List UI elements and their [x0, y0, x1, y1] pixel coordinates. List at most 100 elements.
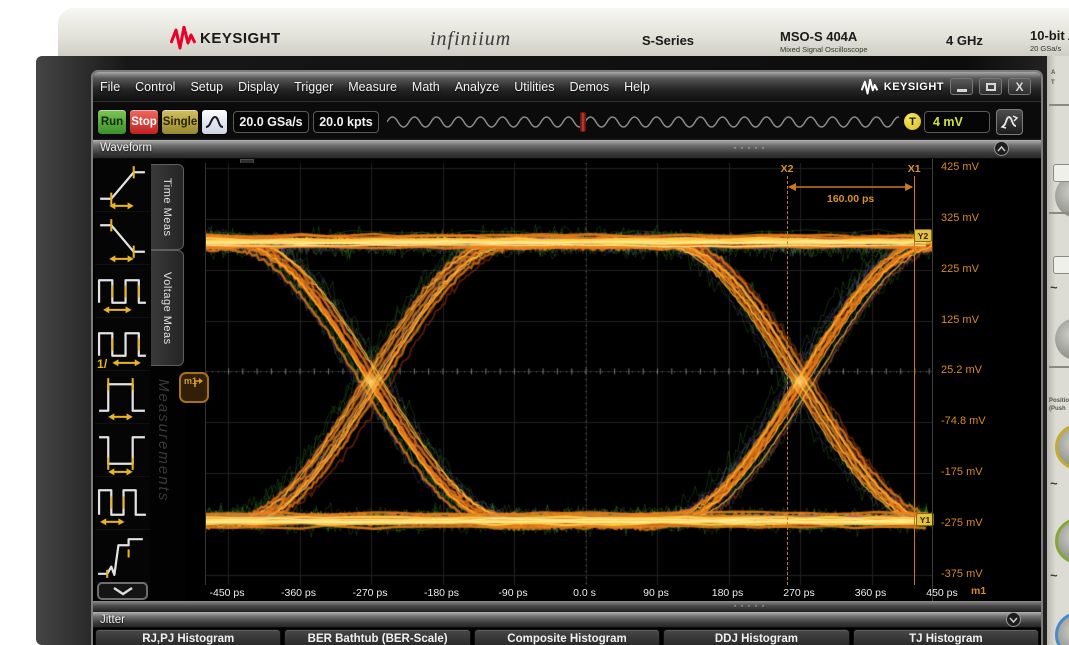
menu-items: File Control Setup Display Trigger Measure Mat… [93, 80, 650, 94]
waveform-panel-title: Waveform [100, 142, 152, 154]
jitter-tab-1[interactable]: RJ,PJ Histogram [95, 629, 281, 645]
brand-bandwidth: 4 GHz [946, 33, 983, 48]
menu-item-demos[interactable]: Demos [569, 80, 609, 94]
screenshot-root: KEYSIGHT infiniium S-Series MSO-S 404A M… [0, 0, 1069, 645]
menu-item-analyze[interactable]: Analyze [455, 80, 499, 94]
sine-glyph-icon: ~ [1050, 568, 1058, 583]
period-meas-icon[interactable] [95, 265, 150, 318]
menu-item-display[interactable]: Display [238, 80, 279, 94]
marker-y2-badge[interactable]: Y2 [914, 229, 932, 242]
sine-glyph-icon: ~ [1050, 280, 1058, 295]
x-tick-label: -360 ps [267, 587, 331, 599]
waveform-main-area: 1/ Time Meas Voltage Meas Measurements X… [93, 159, 1041, 601]
cursor-x2-label: X2 [772, 163, 802, 175]
brand-keysight: KEYSIGHT [200, 30, 281, 47]
minimize-button[interactable] [950, 78, 973, 95]
front-panel-knob-ch2[interactable] [1055, 518, 1069, 564]
edge-waveform-meas-icon[interactable] [95, 530, 150, 583]
x-tick-label: -90 ps [481, 587, 545, 599]
tab-time-meas[interactable]: Time Meas [151, 164, 184, 250]
memory-depth-box[interactable]: 20.0 kpts [313, 111, 379, 133]
jitter-tab-4[interactable]: DDJ Histogram [663, 629, 849, 645]
menu-item-control[interactable]: Control [135, 80, 175, 94]
menu-item-trigger[interactable]: Trigger [294, 80, 333, 94]
drag-handle-dots[interactable]: ····· [733, 140, 768, 154]
menu-item-setup[interactable]: Setup [190, 80, 223, 94]
front-panel-button[interactable] [1053, 164, 1069, 182]
x-axis-labels: m1 -450 ps-360 ps-270 ps-180 ps-90 ps0.0… [93, 585, 1041, 601]
sine-glyph-icon: ~ [1050, 476, 1058, 491]
toolbar: Run Stop Single 20.0 GSa/s 20.0 kpts T 4… [93, 101, 1041, 140]
front-panel-knob-ch3[interactable] [1055, 612, 1069, 645]
tab-voltage-meas[interactable]: Voltage Meas [151, 250, 184, 366]
cursor-delta-arrow-icon [787, 181, 914, 193]
trigger-badge[interactable]: T [904, 113, 921, 130]
acquisition-window-marker[interactable] [580, 112, 586, 132]
front-panel-knob[interactable] [1055, 318, 1069, 360]
jitter-panel-header: Jitter [93, 612, 1041, 628]
single-button[interactable]: Single [161, 109, 199, 135]
x-tick-label: -180 ps [410, 587, 474, 599]
x-tick-label: 270 ps [767, 587, 831, 599]
y-tick-label: -74.8 mV [941, 415, 1039, 427]
y-tick-label: 25.2 mV [941, 364, 1039, 376]
cursor-x1-label: X1 [899, 163, 929, 175]
chevron-up-icon [997, 146, 1006, 152]
autoscale-button[interactable] [996, 109, 1023, 135]
jitter-tab-2[interactable]: BER Bathtub (BER-Scale) [284, 629, 470, 645]
x-tick-label: 360 ps [839, 587, 903, 599]
menu-item-math[interactable]: Math [412, 80, 440, 94]
x-tick-label: 90 ps [624, 587, 688, 599]
marker-m1-badge[interactable]: m1 [179, 372, 209, 403]
front-panel-label: (Push [1049, 406, 1066, 412]
measurement-icon-list: 1/ [95, 159, 150, 583]
measurements-watermark: Measurements [155, 379, 172, 502]
titlebar-logo: KEYSIGHT [884, 81, 944, 93]
positive-width-meas-icon[interactable] [95, 371, 150, 424]
jitter-tab-3[interactable]: Composite Histogram [474, 629, 660, 645]
menu-item-measure[interactable]: Measure [348, 80, 397, 94]
fall-time-meas-icon[interactable] [95, 212, 150, 265]
jitter-tab-5[interactable]: TJ Histogram [853, 629, 1039, 645]
keysight-logo-small-icon [861, 79, 878, 95]
keysight-logo-icon [170, 26, 196, 50]
menu-item-file[interactable]: File [100, 80, 120, 94]
horizontal-scale-strip[interactable] [387, 111, 899, 133]
touch-waveform-button[interactable] [201, 109, 228, 135]
drag-handle-dots[interactable]: ····· [733, 598, 768, 612]
scope-screen: File Control Setup Display Trigger Measure Mat… [93, 72, 1041, 645]
stop-button[interactable]: Stop [129, 109, 159, 135]
panel-splitter[interactable]: ····· [93, 601, 1041, 612]
jitter-panel-title: Jitter [100, 614, 125, 626]
x-tick-label: 0.0 s [553, 587, 617, 599]
y-tick-label: 325 mV [941, 212, 1039, 224]
sample-rate-box[interactable]: 20.0 GSa/s [233, 111, 309, 133]
menu-item-utilities[interactable]: Utilities [514, 80, 554, 94]
duty-cycle-meas-icon[interactable] [95, 477, 150, 530]
restore-button[interactable] [979, 78, 1002, 95]
front-panel-button[interactable] [1053, 256, 1069, 274]
negative-width-meas-icon[interactable] [95, 424, 150, 477]
menu-item-help[interactable]: Help [624, 80, 650, 94]
y-tick-label: -275 mV [941, 517, 1039, 529]
jitter-collapse-button[interactable] [1006, 612, 1021, 627]
x-tick-label: -270 ps [338, 587, 402, 599]
waveform-panel-header: Waveform ····· [93, 140, 1041, 159]
brand-model: MSO-S 404A [780, 29, 857, 44]
run-button[interactable]: Run [97, 109, 127, 135]
y-axis-labels: 425 mV325 mV225 mV125 mV25.2 mV-74.8 mV-… [932, 159, 1041, 601]
svg-text:1/: 1/ [97, 357, 108, 371]
measurement-sidebar: 1/ Time Meas Voltage Meas Measurements [93, 159, 185, 601]
instrument-top-bezel: KEYSIGHT infiniium S-Series MSO-S 404A M… [58, 8, 1069, 58]
close-button[interactable]: X [1008, 78, 1031, 95]
rise-time-meas-icon[interactable] [95, 159, 150, 212]
front-panel-knob-ch1[interactable] [1055, 424, 1069, 470]
eye-diagram-plot[interactable] [205, 163, 933, 585]
cursor-x2-line[interactable] [787, 176, 788, 585]
trigger-level-box[interactable]: 4 mV [924, 111, 990, 133]
chevron-down-icon [1009, 617, 1018, 623]
autoscale-icon [1000, 113, 1019, 131]
waveform-collapse-button[interactable] [994, 141, 1009, 156]
frequency-meas-icon[interactable]: 1/ [95, 318, 150, 371]
y-tick-label: 225 mV [941, 263, 1039, 275]
